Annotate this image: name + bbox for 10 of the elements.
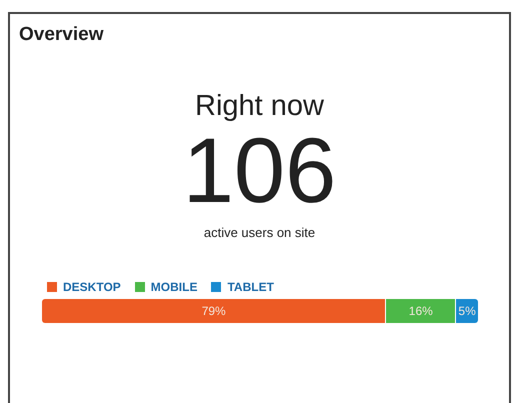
panel-title: Overview	[18, 24, 104, 46]
legend-label: DESKTOP	[63, 280, 121, 294]
active-user-count: 106	[182, 123, 336, 219]
legend-label: MOBILE	[150, 280, 198, 294]
count-caption: active users on site	[204, 225, 316, 240]
share-bar-segment: 5%	[456, 299, 478, 323]
realtime-heading: Right now	[195, 90, 324, 123]
share-bar-segment: 16%	[386, 299, 456, 323]
legend-label: TABLET	[227, 280, 274, 294]
share-bar-segment: 79%	[42, 299, 386, 323]
